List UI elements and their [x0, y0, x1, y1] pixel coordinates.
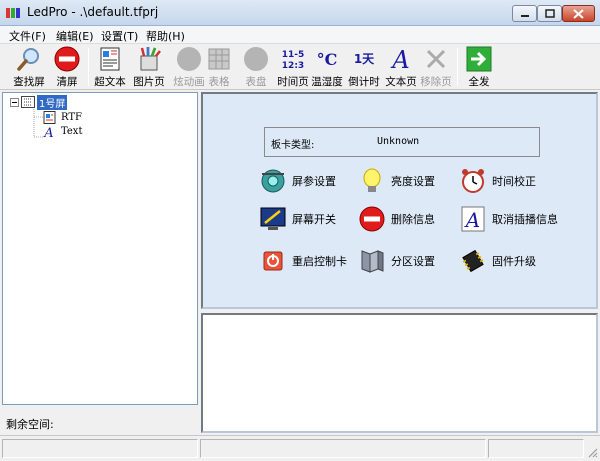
close-button[interactable]	[562, 5, 595, 22]
firmware-upgrade-button[interactable]: 固件升级	[460, 247, 536, 275]
countdown-icon: 1天	[354, 52, 375, 66]
action-label: 取消插播信息	[492, 213, 558, 226]
card-type-box: 板卡类型: Unknown	[264, 127, 540, 157]
menu-file[interactable]: 文件(F)	[9, 28, 46, 44]
action-label: 亮度设置	[391, 175, 435, 188]
action-label: 固件升级	[492, 255, 536, 268]
search-icon	[17, 48, 39, 71]
screen-switch-icon	[260, 207, 286, 230]
firmware-icon	[462, 249, 484, 273]
action-label: 时间校正	[492, 175, 536, 188]
dial-icon	[244, 47, 268, 71]
status-cell	[200, 439, 486, 458]
clear-icon	[54, 46, 80, 72]
screen-switch-button[interactable]: 屏幕开关	[260, 205, 336, 233]
tree-item-label: RTF	[61, 111, 82, 123]
clear-screen-button[interactable]: 清屏	[47, 46, 87, 89]
close-icon	[573, 8, 584, 19]
remove-page-label: 移除页	[420, 76, 452, 88]
svg-text:A: A	[43, 126, 53, 138]
delete-info-button[interactable]: 删除信息	[359, 205, 435, 233]
action-label: 屏幕开关	[292, 213, 336, 226]
send-all-button[interactable]: 全发	[459, 46, 499, 89]
window-title: LedPro - .\default.tfprj	[27, 5, 159, 19]
action-label: 重启控制卡	[292, 255, 347, 268]
partition-icon	[361, 250, 384, 273]
text-page-icon: A	[390, 46, 409, 72]
hypertext-button[interactable]: 超文本	[90, 46, 130, 89]
toolbar: 查找屏 清屏 超文本 图片页 炫动画 表格 表盘 11-5 12:3 时间页 °…	[0, 44, 600, 90]
send-all-label: 全发	[468, 76, 490, 88]
temperature-icon: °C	[317, 50, 338, 69]
cancel-insert-icon: A	[461, 206, 485, 232]
brightness-icon	[363, 168, 381, 192]
action-label: 分区设置	[391, 255, 435, 268]
time-sync-button[interactable]: 时间校正	[460, 167, 536, 195]
title-bar: LedPro - .\default.tfprj	[0, 0, 600, 26]
minimize-icon	[520, 14, 529, 17]
led-screen-icon	[21, 96, 35, 108]
picture-page-button[interactable]: 图片页	[129, 46, 169, 89]
tree-item-rtf[interactable]: RTF	[43, 110, 82, 124]
status-cell	[2, 439, 198, 458]
cancel-insert-button[interactable]: A 取消插播信息	[460, 205, 558, 233]
delete-icon	[359, 206, 385, 232]
time-icon: 11-5 12:3	[282, 50, 305, 71]
picture-page-icon	[140, 47, 161, 71]
clock-icon	[462, 169, 484, 193]
screen-params-button[interactable]: 屏参设置	[260, 167, 336, 195]
status-bar	[0, 435, 600, 461]
tree-item-label: Text	[61, 125, 83, 137]
rtf-icon	[43, 110, 56, 124]
status-cell	[488, 439, 584, 458]
control-panel: 板卡类型: Unknown 屏参设置 亮度设置 时间校正 屏幕开关 删除信息 A…	[201, 92, 598, 309]
partition-button[interactable]: 分区设置	[359, 247, 435, 275]
remove-page-button[interactable]: 移除页	[416, 46, 456, 89]
send-all-icon	[466, 46, 492, 72]
menu-edit[interactable]: 编辑(E)	[56, 28, 94, 44]
svg-text:1天: 1天	[354, 52, 375, 66]
text-icon: A	[43, 126, 53, 138]
restart-card-button[interactable]: 重启控制卡	[260, 247, 347, 275]
tree-root-label[interactable]: 1号屏	[37, 94, 68, 110]
card-type-value: Unknown	[377, 136, 420, 147]
menu-settings[interactable]: 设置(T)	[101, 28, 138, 44]
brightness-button[interactable]: 亮度设置	[359, 167, 435, 195]
hypertext-icon	[100, 47, 120, 71]
resize-grip-icon[interactable]	[586, 446, 598, 458]
action-label: 删除信息	[391, 213, 435, 226]
svg-text:°C: °C	[317, 50, 338, 69]
screen-tree[interactable]: 1号屏 RTF A Text	[2, 92, 198, 405]
maximize-button[interactable]	[537, 5, 562, 22]
app-icon	[6, 8, 20, 18]
menu-help[interactable]: 帮助(H)	[146, 28, 185, 44]
card-type-label: 板卡类型:	[271, 140, 315, 151]
table-icon	[208, 48, 230, 70]
svg-text:A: A	[464, 208, 480, 232]
remove-icon	[426, 49, 446, 69]
action-label: 屏参设置	[292, 175, 336, 188]
maximize-icon	[544, 9, 555, 18]
tree-item-text[interactable]: A Text	[43, 124, 82, 138]
menu-bar: 文件(F) 编辑(E) 设置(T) 帮助(H)	[0, 26, 600, 44]
collapse-icon[interactable]	[10, 97, 19, 107]
preview-area	[201, 313, 598, 433]
free-space-label: 剩余空间:	[6, 418, 54, 431]
svg-text:A: A	[390, 46, 409, 72]
tree-root[interactable]: 1号屏	[10, 94, 68, 110]
clear-screen-label: 清屏	[56, 76, 78, 88]
minimize-button[interactable]	[512, 5, 537, 22]
screen-params-icon	[261, 169, 285, 193]
svg-text:11-5: 11-5	[282, 50, 305, 60]
restart-icon	[263, 251, 283, 271]
svg-text:12:3: 12:3	[282, 61, 304, 71]
